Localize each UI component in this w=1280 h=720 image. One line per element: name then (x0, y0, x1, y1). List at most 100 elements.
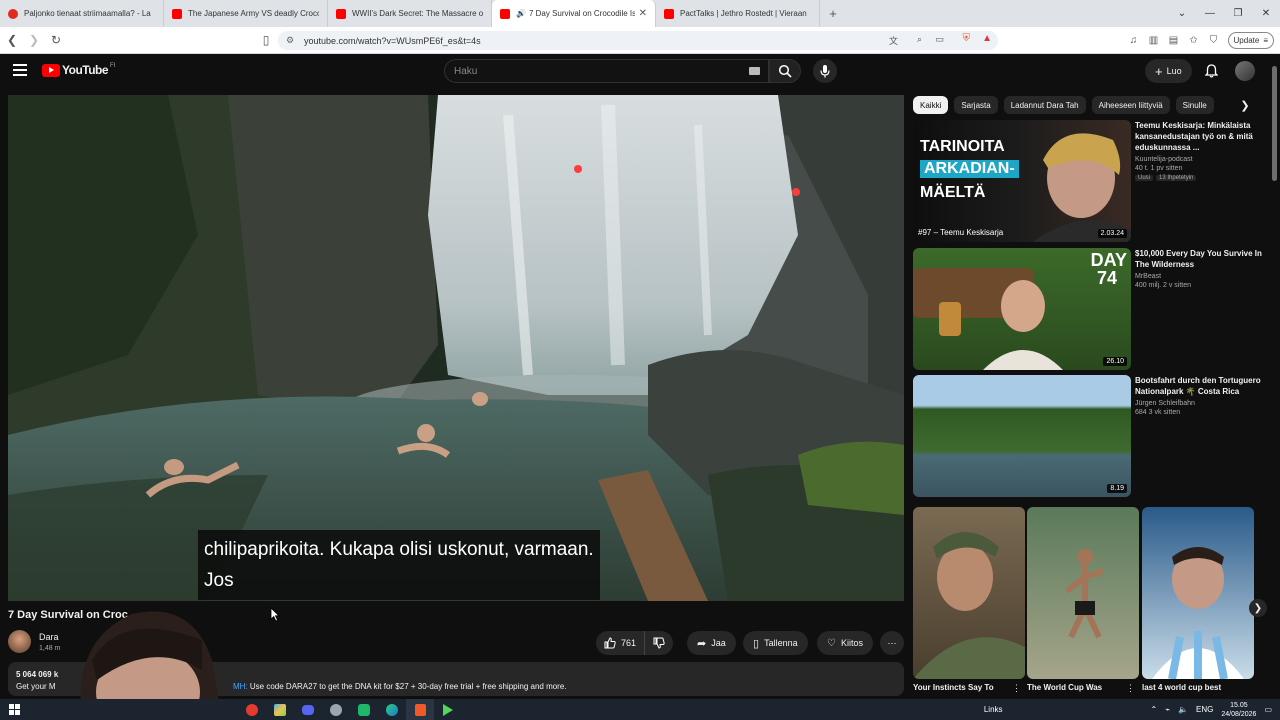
video-thumbnail[interactable]: 8.19 (913, 375, 1131, 497)
update-button[interactable]: Update ≡ (1227, 32, 1274, 49)
more-vertical-icon[interactable]: ⋮ (1126, 683, 1135, 694)
short-thumbnail[interactable] (913, 507, 1025, 679)
sidebar-icon[interactable]: ▥ (1144, 31, 1164, 51)
account-avatar[interactable] (1235, 61, 1255, 81)
save-wrap: ▯ Tallenna (743, 631, 808, 655)
volume-icon[interactable]: 🔈 (1178, 705, 1188, 714)
recommendation-channel[interactable]: Jürgen Schleifbahn (1135, 400, 1267, 407)
media-icon[interactable]: ♫ (1124, 31, 1144, 51)
url-field[interactable]: ⚙ youtube.com/watch?v=WUsmPE6f_es&t=4s 文… (278, 31, 998, 50)
pinned-app-icon[interactable] (266, 699, 294, 720)
like-button[interactable]: 761 (596, 631, 645, 655)
voice-search-button[interactable] (813, 59, 837, 83)
extensions-icon[interactable]: ✩ (1184, 31, 1204, 51)
page-scrollbar[interactable] (1271, 56, 1278, 700)
recommendation-item[interactable]: DAY 74 26.10 $10,000 Every Day You Survi… (913, 248, 1273, 370)
recommendation-item[interactable]: 8.19 Bootsfahrt durch den Tortuguero Nat… (913, 375, 1273, 497)
short-title[interactable]: Your Instincts Say To (913, 683, 1025, 692)
cast-icon[interactable]: ▭ (935, 34, 944, 45)
recommendation-channel[interactable]: Kuuntelija-podcast (1135, 156, 1267, 163)
brave-icon[interactable] (406, 699, 434, 720)
start-icon[interactable] (0, 699, 28, 720)
share-button[interactable]: ➦ Jaa (687, 631, 736, 655)
like-dislike-group: 761 (596, 631, 674, 655)
short-title[interactable]: last 4 world cup best (1142, 683, 1254, 692)
search-taskbar-icon[interactable] (28, 699, 68, 720)
chevron-right-icon[interactable]: ❯ (1249, 599, 1267, 617)
back-icon[interactable]: ❮ (2, 30, 22, 50)
pinned-app-icon[interactable] (238, 699, 266, 720)
short-thumbnail[interactable] (1142, 507, 1254, 679)
notifications-icon[interactable]: ▭ (1264, 705, 1272, 714)
maximize-icon[interactable]: ❐ (1224, 0, 1252, 27)
recommendation-channel[interactable]: MrBeast (1135, 273, 1267, 280)
tab-list-icon[interactable]: ⌄ (1168, 0, 1196, 27)
dislike-button[interactable] (644, 631, 674, 655)
keyboard-icon[interactable] (749, 67, 760, 75)
more-vertical-icon[interactable]: ⋮ (1012, 683, 1021, 694)
recommendation-title[interactable]: Bootsfahrt durch den Tortuguero National… (1135, 375, 1267, 397)
channel-avatar[interactable] (8, 630, 31, 653)
pinned-app-icon[interactable] (322, 699, 350, 720)
thanks-button[interactable]: ♡ Kiitos (817, 631, 873, 655)
site-info-icon[interactable]: ⚙ (286, 35, 296, 45)
pinned-app-icon[interactable] (434, 699, 462, 720)
short-thumbnail[interactable] (1027, 507, 1139, 679)
menu-icon[interactable] (13, 64, 27, 76)
brave-shield-icon[interactable]: ⛨ (963, 33, 971, 44)
video-thumbnail[interactable]: DAY 74 26.10 (913, 248, 1131, 370)
search-input[interactable]: Haku (444, 59, 769, 83)
youtube-favicon-icon (172, 8, 182, 19)
links-toolbar[interactable]: Links (984, 705, 1003, 714)
reload-icon[interactable]: ↻ (46, 30, 66, 50)
edge-icon[interactable] (378, 699, 406, 720)
close-tab-icon[interactable]: ✕ (639, 8, 647, 19)
recommendation-item[interactable]: TARINOITA ARKADIAN- MÄELTÄ #97 – Teemu K… (913, 120, 1273, 242)
notifications-button[interactable] (1201, 61, 1221, 81)
create-button[interactable]: + Luo (1145, 59, 1192, 83)
chip-series[interactable]: Sarjasta (954, 96, 998, 114)
video-thumbnail[interactable]: TARINOITA ARKADIAN- MÄELTÄ #97 – Teemu K… (913, 120, 1131, 242)
short-image (913, 532, 1025, 679)
recommendation-badges: Uusi 13 Ihpetetyin (1135, 174, 1267, 181)
chevron-up-icon[interactable]: ⌃ (1151, 705, 1158, 714)
recommendation-title[interactable]: Teemu Keskisarja: Minkälaista kansanedus… (1135, 120, 1267, 153)
browser-tab[interactable]: WWII's Dark Secret: The Massacre of (328, 0, 492, 27)
window-controls: ⌄ — ❐ ✕ (1168, 0, 1280, 27)
language-indicator[interactable]: ENG (1196, 705, 1213, 714)
bookmark-icon[interactable]: ▯ (256, 30, 276, 50)
browser-tab-active[interactable]: 🔊 7 Day Survival on Crocodile Is ✕ (492, 0, 656, 27)
short-title[interactable]: The World Cup Was (1027, 683, 1139, 692)
clock[interactable]: 15.05 24/08/2026 (1221, 701, 1256, 719)
browser-tab[interactable]: Paljonko tienaat striimaamalla? - La (0, 0, 164, 27)
close-window-icon[interactable]: ✕ (1252, 0, 1280, 27)
translate-icon[interactable]: 文 (889, 34, 898, 47)
promo-link[interactable]: MH: (233, 682, 248, 691)
speaker-icon[interactable]: 🔊 (516, 9, 526, 18)
chip-related[interactable]: Aiheeseen liittyviä (1091, 96, 1170, 114)
chip-for-you[interactable]: Sinulle (1175, 96, 1214, 114)
pinned-app-icon[interactable] (350, 699, 378, 720)
search-button[interactable] (769, 59, 801, 83)
new-tab-button[interactable]: + (820, 0, 846, 27)
network-icon[interactable]: ⌁ (1165, 705, 1170, 714)
youtube-logo[interactable]: YouTube FI (42, 63, 115, 77)
recommendation-title[interactable]: $10,000 Every Day You Survive In The Wil… (1135, 248, 1267, 270)
chip-all[interactable]: Kaikki (913, 96, 949, 114)
chevron-right-icon[interactable]: ❯ (1236, 96, 1254, 114)
minimize-icon[interactable]: — (1196, 0, 1224, 27)
brave-rewards-icon[interactable]: ▲ (982, 33, 992, 44)
more-actions-button[interactable]: ⋯ (880, 631, 904, 655)
wallet-icon[interactable]: ⛉ (1204, 31, 1224, 51)
logo-wordmark: YouTube (62, 63, 109, 77)
scrollbar-thumb[interactable] (1272, 66, 1277, 181)
zoom-icon[interactable]: ⌕ (917, 34, 922, 45)
browser-tab[interactable]: PactTalks | Jethro Rostedt | Vieraan (656, 0, 820, 27)
forward-icon[interactable]: ❯ (24, 30, 44, 50)
save-button[interactable]: ▯ Tallenna (743, 631, 808, 655)
discord-icon[interactable] (294, 699, 322, 720)
reading-list-icon[interactable]: ▤ (1164, 31, 1184, 51)
browser-tab[interactable]: The Japanese Army VS deadly Crocodi (164, 0, 328, 27)
video-player[interactable] (8, 95, 904, 601)
chip-uploader[interactable]: Ladannut Dara Tah (1003, 96, 1086, 114)
